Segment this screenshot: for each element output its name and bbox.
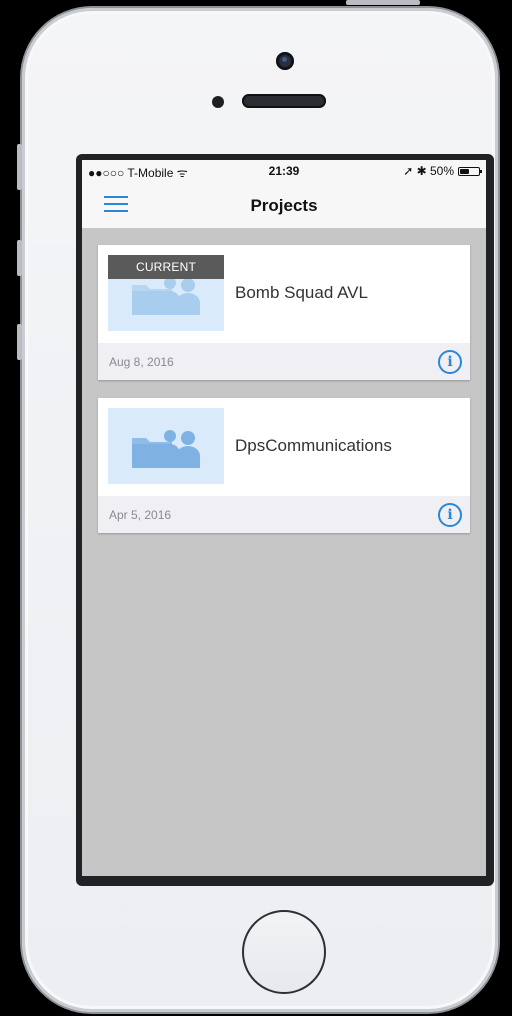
project-date: Apr 5, 2016 xyxy=(109,508,172,522)
earpiece-speaker xyxy=(242,94,326,108)
phone-frame: ●●○○○ T-Mobile ᯤ 21:39 ➚ ✱ 50% Projects xyxy=(22,8,498,1012)
project-card-footer: Aug 8, 2016 i xyxy=(98,343,470,380)
status-bar: ●●○○○ T-Mobile ᯤ 21:39 ➚ ✱ 50% xyxy=(82,160,486,182)
status-indicators: ➚ ✱ 50% xyxy=(403,164,454,178)
folder-people-icon xyxy=(132,430,200,468)
volume-down-button[interactable] xyxy=(17,324,22,360)
proximity-sensor xyxy=(212,96,224,108)
info-icon[interactable]: i xyxy=(438,503,462,527)
status-right-group: ➚ ✱ 50% xyxy=(403,164,482,178)
project-title: DpsCommunications xyxy=(235,436,392,455)
page-title: Projects xyxy=(250,196,318,215)
front-camera xyxy=(276,52,294,70)
project-card[interactable]: DpsCommunications Apr 5, 2016 i xyxy=(98,398,470,533)
project-list: CURRENT Bomb Squad AVL Aug 8, 2016 i Dps… xyxy=(82,229,486,533)
folder-people-icon xyxy=(132,277,200,315)
current-badge: CURRENT xyxy=(108,255,224,279)
project-date: Aug 8, 2016 xyxy=(109,355,174,369)
home-button[interactable] xyxy=(242,910,326,994)
volume-up-button[interactable] xyxy=(17,240,22,276)
project-thumbnail xyxy=(108,408,224,484)
project-thumbnail: CURRENT xyxy=(108,255,224,331)
battery-icon xyxy=(458,166,482,176)
power-button[interactable] xyxy=(346,0,420,5)
project-card-body: DpsCommunications xyxy=(98,398,470,496)
info-icon[interactable]: i xyxy=(438,350,462,374)
project-card[interactable]: CURRENT Bomb Squad AVL Aug 8, 2016 i xyxy=(98,245,470,380)
navigation-bar: Projects xyxy=(82,182,486,229)
screen-bezel: ●●○○○ T-Mobile ᯤ 21:39 ➚ ✱ 50% Projects xyxy=(76,154,494,886)
project-card-footer: Apr 5, 2016 i xyxy=(98,496,470,533)
project-card-body: CURRENT Bomb Squad AVL xyxy=(98,245,470,343)
app-display: ●●○○○ T-Mobile ᯤ 21:39 ➚ ✱ 50% Projects xyxy=(82,160,486,876)
mute-switch[interactable] xyxy=(17,144,22,190)
battery-fill xyxy=(460,168,469,174)
project-title: Bomb Squad AVL xyxy=(235,283,368,302)
